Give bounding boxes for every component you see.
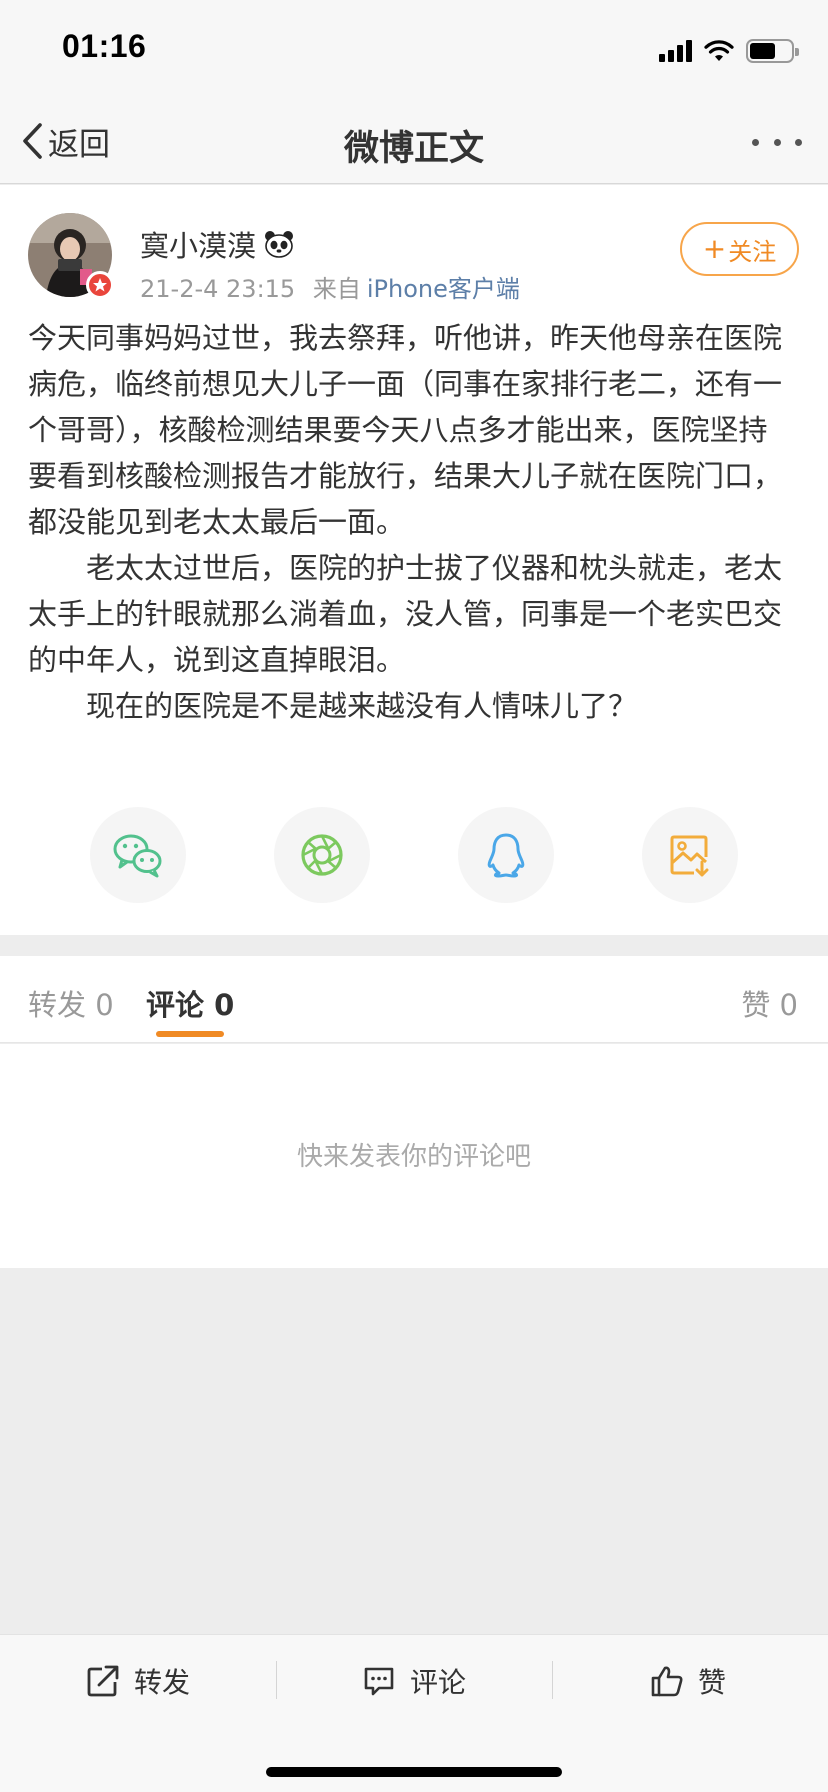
home-indicator bbox=[266, 1767, 562, 1777]
like-label: 赞 bbox=[698, 1666, 727, 1699]
divider bbox=[276, 1661, 277, 1699]
comment-label: 评论 bbox=[410, 1666, 467, 1699]
navigation-bar: 返回 微博正文 bbox=[0, 100, 828, 184]
username-text: 寞小漠漠 bbox=[140, 229, 257, 263]
page-title: 微博正文 bbox=[343, 129, 484, 169]
bottom-toolbar: 转发 评论 赞 bbox=[0, 1634, 828, 1792]
share-wechat-button[interactable] bbox=[90, 807, 186, 903]
qq-icon bbox=[487, 833, 525, 878]
panda-emoji-icon bbox=[265, 231, 294, 258]
post-paragraph: 现在的医院是不是越来越没有人情味儿了？ bbox=[86, 689, 638, 723]
tab-like[interactable]: 赞 0 bbox=[741, 982, 798, 1024]
moments-icon bbox=[301, 834, 343, 876]
share-row bbox=[0, 807, 828, 907]
save-image-icon bbox=[670, 835, 709, 877]
username[interactable]: 寞小漠漠 bbox=[140, 223, 294, 265]
plus-icon: + bbox=[702, 232, 727, 265]
post-content: 今天同事妈妈过世，我去祭拜，听他讲，昨天他母亲在医院病危，临终前想见大儿子一面（… bbox=[28, 315, 788, 729]
divider bbox=[552, 1661, 553, 1699]
comment-button[interactable]: 评论 bbox=[362, 1635, 466, 1727]
share-moments-button[interactable] bbox=[274, 807, 370, 903]
repost-button[interactable]: 转发 bbox=[86, 1635, 190, 1727]
weibo-detail-screen: 01:16 返回 微博正文 寞小漠漠 21-2-4 23:15 来自 iPhon… bbox=[0, 0, 828, 1792]
share-out-icon bbox=[87, 1665, 119, 1697]
active-tab-indicator bbox=[156, 1031, 224, 1037]
follow-label: 关注 bbox=[728, 237, 777, 266]
thumbs-up-icon bbox=[651, 1666, 683, 1697]
wechat-icon bbox=[113, 834, 162, 878]
post-date: 21-2-4 23:15 bbox=[140, 275, 296, 303]
post-source-link[interactable]: iPhone客户端 bbox=[367, 275, 520, 303]
post-paragraph: 今天同事妈妈过世，我去祭拜，听他讲，昨天他母亲在医院病危，临终前想见大儿子一面（… bbox=[28, 321, 783, 539]
source-prefix: 来自 bbox=[312, 275, 361, 303]
status-time: 01:16 bbox=[62, 28, 147, 64]
like-button[interactable]: 赞 bbox=[650, 1635, 726, 1727]
comment-icon bbox=[364, 1667, 394, 1696]
interaction-tabs: 转发 0 评论 0 赞 0 bbox=[0, 956, 828, 1043]
more-options-icon[interactable] bbox=[752, 130, 802, 154]
verified-badge-icon bbox=[86, 271, 114, 299]
save-image-button[interactable] bbox=[642, 807, 738, 903]
wifi-icon bbox=[704, 40, 734, 61]
follow-button[interactable]: + 关注 bbox=[680, 222, 799, 276]
share-qq-button[interactable] bbox=[458, 807, 554, 903]
empty-comments-text: 快来发表你的评论吧 bbox=[296, 1142, 531, 1172]
post-card: 寞小漠漠 21-2-4 23:15 来自 iPhone客户端 + 关注 今天同事妈… bbox=[0, 185, 828, 935]
comments-empty-state: 快来发表你的评论吧 bbox=[0, 1044, 828, 1268]
battery-icon bbox=[746, 39, 799, 63]
post-meta: 21-2-4 23:15 来自 iPhone客户端 bbox=[140, 269, 520, 304]
status-bar: 01:16 bbox=[0, 0, 828, 100]
status-icons bbox=[659, 36, 799, 66]
tab-repost[interactable]: 转发 0 bbox=[28, 982, 114, 1024]
repost-label: 转发 bbox=[134, 1666, 191, 1699]
signal-icon bbox=[659, 40, 692, 62]
tab-comment[interactable]: 评论 0 bbox=[146, 982, 234, 1024]
post-paragraph: 老太太过世后，医院的护士拔了仪器和枕头就走，老太太手上的针眼就那么淌着血，没人管… bbox=[28, 551, 783, 677]
